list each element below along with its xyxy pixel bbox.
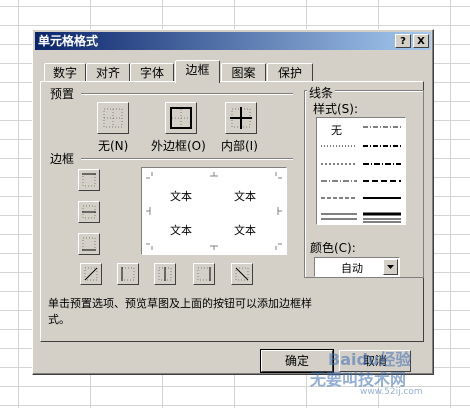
preset-none-icon <box>103 108 123 128</box>
watermark-logo: Baidu经验 无要叫技术网 www.52ij.com <box>300 350 468 402</box>
border-section-label: 边框 <box>50 152 75 166</box>
line-style-label: 样式(S): <box>313 102 359 116</box>
preset-inside-label: 内部(I) <box>221 139 258 153</box>
diagonal-down-icon <box>235 267 249 281</box>
chevron-down-icon <box>387 265 394 269</box>
border-help-text: 单击预置选项、预览草图及上面的按钮可以添加边框样式。 <box>48 297 312 326</box>
border-bottom-icon <box>82 237 96 251</box>
dialog-title: 单元格格式 <box>38 34 99 48</box>
border-bottom-button[interactable] <box>78 233 100 255</box>
tab-font[interactable]: 字体 <box>130 63 174 82</box>
preset-inside-button[interactable] <box>225 102 257 134</box>
line-color-label: 颜色(C): <box>310 241 356 255</box>
preset-none-button[interactable] <box>97 102 129 134</box>
tab-patterns[interactable]: 图案 <box>221 63 266 82</box>
border-diagonal-up-button[interactable] <box>80 263 102 285</box>
border-left-button[interactable] <box>117 263 139 285</box>
line-section-label: 线条 <box>307 84 336 101</box>
preset-inside-icon <box>230 107 252 129</box>
tab-border[interactable]: 边框 <box>175 60 220 83</box>
border-right-icon <box>197 267 211 281</box>
border-top-button[interactable] <box>78 169 100 191</box>
preset-none-label: 无(N) <box>98 139 129 153</box>
presets-section-label: 预置 <box>50 87 75 101</box>
border-left-icon <box>121 267 135 281</box>
border-middle-horizontal-button[interactable] <box>78 201 100 223</box>
watermark-url: www.52ij.com <box>360 387 423 397</box>
format-cells-dialog: 单元格格式 ? X 数字 对齐 字体 边框 图案 保护 预置 无(N) 外边框(… <box>32 29 434 375</box>
border-right-button[interactable] <box>193 263 215 285</box>
border-horizontal-icon <box>82 205 96 219</box>
border-top-icon <box>82 173 96 187</box>
border-diagonal-down-button[interactable] <box>231 263 253 285</box>
diagonal-up-icon <box>84 267 98 281</box>
line-color-select[interactable]: 自动 <box>314 257 400 277</box>
border-vertical-icon <box>158 267 172 281</box>
border-middle-vertical-button[interactable] <box>154 263 176 285</box>
preset-outline-icon <box>170 107 192 129</box>
line-style-swatches <box>321 126 401 223</box>
tab-alignment[interactable]: 对齐 <box>86 63 130 82</box>
line-style-list[interactable]: 无 <box>316 117 406 225</box>
preset-outline-button[interactable] <box>165 102 197 134</box>
line-color-dropdown-button[interactable] <box>383 259 398 275</box>
border-divider <box>81 158 293 160</box>
tab-number[interactable]: 数字 <box>44 63 86 82</box>
close-button[interactable]: X <box>413 34 429 48</box>
dialog-titlebar: 单元格格式 ? X <box>35 32 431 50</box>
line-color-value: 自动 <box>341 262 363 275</box>
presets-divider <box>81 93 293 95</box>
preset-outline-label: 外边框(O) <box>151 139 206 153</box>
help-button[interactable]: ? <box>395 34 411 48</box>
tab-protection[interactable]: 保护 <box>267 63 313 82</box>
